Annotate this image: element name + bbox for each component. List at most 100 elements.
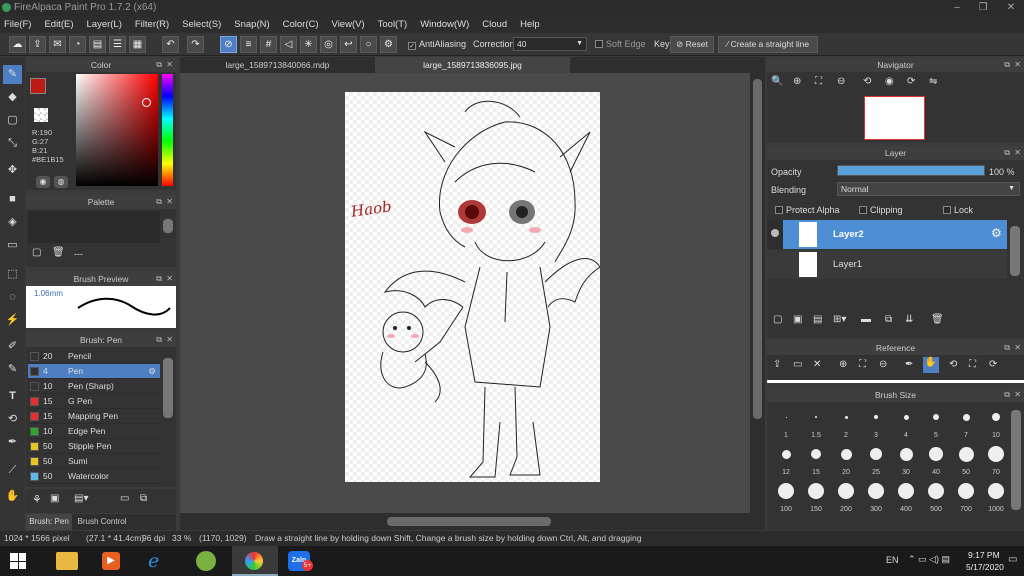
clock-date[interactable]: 5/17/2020 [966, 562, 1004, 572]
rotate-right-icon[interactable]: ⟳ [907, 76, 915, 87]
new-layer-8bit-icon[interactable]: ▣ [793, 314, 802, 325]
antialiasing-toggle[interactable]: ✓ AntiAliasing [408, 39, 466, 50]
lock-toggle[interactable]: Lock [943, 205, 973, 215]
brush-duplicate-icon[interactable]: ⧉ [140, 493, 147, 504]
media-player-icon[interactable]: ▶ [102, 552, 120, 570]
lasso-tool-icon[interactable]: ◌ [3, 288, 22, 307]
rotate-reset-icon[interactable]: ◉ [885, 76, 894, 87]
magic-wand-tool-icon[interactable]: ⚡ [3, 311, 22, 330]
close-panel-icon[interactable]: ✕ [166, 333, 173, 347]
fit-icon[interactable]: ⛶ [815, 76, 822, 87]
brush-size-cell[interactable]: 700 [951, 479, 981, 513]
brush-size-cell[interactable]: 400 [891, 479, 921, 513]
brush-size-cell[interactable]: 5 [921, 405, 951, 439]
select-eraser-tool-icon[interactable]: ✎ [3, 360, 22, 379]
snap-vanish-icon[interactable]: ◁ [280, 36, 297, 53]
brush-size-cell[interactable]: 12 [771, 442, 801, 476]
menu-filter[interactable]: Filter(R) [135, 19, 169, 30]
close-panel-icon[interactable]: ✕ [166, 58, 173, 72]
close-panel-icon[interactable]: ✕ [166, 195, 173, 209]
vertical-scrollbar[interactable] [750, 73, 765, 513]
menu-snap[interactable]: Snap(N) [234, 19, 269, 30]
internet-explorer-icon[interactable]: e [148, 550, 159, 572]
share-icon[interactable]: ⇪ [29, 36, 46, 53]
windows-start-icon[interactable] [10, 553, 26, 569]
brush-item[interactable]: 15 Mapping Pen [28, 409, 160, 424]
tab-brush-pen[interactable]: Brush: Pen [26, 514, 72, 530]
comment-icon[interactable]: ✉ [49, 36, 66, 53]
opacity-slider[interactable] [837, 165, 985, 176]
snap-cross-icon[interactable]: # [260, 36, 277, 53]
layer-scrollbar[interactable] [1010, 226, 1020, 276]
brush-item[interactable]: 10 Edge Pen [28, 424, 160, 439]
brush-menu-icon[interactable]: ▣ [50, 493, 59, 504]
layer-row-layer2[interactable]: Layer2 ⚙ [767, 220, 1007, 249]
clock-time[interactable]: 9:17 PM [968, 550, 1000, 560]
hand-tool-icon[interactable]: ✋ [3, 487, 22, 506]
delete-layer-icon[interactable]: 🗑 [931, 314, 944, 325]
close-panel-icon[interactable]: ✕ [1014, 388, 1021, 402]
snap-radial-icon[interactable]: ✳ [300, 36, 317, 53]
brush-size-cell[interactable]: 70 [981, 442, 1011, 476]
reference-new-icon[interactable]: ⇪ [773, 359, 781, 370]
brush-size-cell[interactable]: 1.5 [801, 405, 831, 439]
layer-settings-gear-icon[interactable]: ⚙ [991, 226, 1002, 240]
straight-line-button[interactable]: ∕ Create a straight line [718, 36, 818, 53]
reference-close-icon[interactable]: ✕ [813, 359, 821, 370]
minimize-button[interactable]: – [944, 0, 970, 16]
new-layer-icon[interactable]: ▢ [773, 314, 782, 325]
brush-item[interactable]: 20 Pencil [28, 349, 160, 364]
brush-size-cell[interactable]: 1 [771, 405, 801, 439]
reference-eyedropper-icon[interactable]: ✒ [905, 359, 913, 370]
snap-ellipse-icon[interactable]: ○ [360, 36, 377, 53]
color-mode-icon[interactable]: ◉ [36, 176, 50, 188]
undock-icon[interactable]: ⧉ [1004, 146, 1010, 160]
visibility-eye-icon[interactable] [771, 229, 779, 237]
select-tool-icon[interactable]: ⬚ [3, 265, 22, 284]
snap-circle-icon[interactable]: ◎ [320, 36, 337, 53]
operation-tool-icon[interactable]: ⟲ [3, 410, 22, 429]
vertical-scroll-thumb[interactable] [753, 79, 762, 419]
brush-tool-icon[interactable]: ✎ [3, 65, 22, 84]
correct-line-tool-icon[interactable]: ⤡ [3, 134, 22, 153]
brush-item[interactable]: 4 Pen ⚙ [28, 364, 160, 379]
brush-size-cell[interactable]: 7 [951, 405, 981, 439]
add-layer-menu-icon[interactable]: ⊞▾ [833, 314, 846, 325]
grid-icon[interactable]: ▦ [129, 36, 146, 53]
hue-slider[interactable] [162, 74, 173, 186]
tab-document-jpg[interactable]: large_1589713836095.jpg [375, 57, 570, 73]
soft-edge-toggle[interactable]: Soft Edge [595, 39, 646, 49]
brush-size-cell[interactable]: 20 [831, 442, 861, 476]
brush-size-cell[interactable]: 2 [831, 405, 861, 439]
list-icon[interactable]: ☰ [109, 36, 126, 53]
zoom-minus-icon[interactable]: ⊖ [837, 76, 845, 87]
close-button[interactable]: ✕ [998, 0, 1024, 16]
cloud-icon[interactable]: ☁ [9, 36, 26, 53]
brush-size-cell[interactable]: 25 [861, 442, 891, 476]
merge-layer-icon[interactable]: ⇊ [905, 314, 913, 325]
menu-window[interactable]: Window(W) [420, 19, 469, 30]
drawing-canvas[interactable]: Haob [345, 92, 600, 482]
brush-size-cell[interactable]: 3 [861, 405, 891, 439]
tray-icons[interactable]: ⌃ ▭ ◁) ▤ [908, 554, 950, 565]
close-panel-icon[interactable]: ✕ [166, 272, 173, 286]
correction-select[interactable]: 40 ▼ [513, 37, 587, 51]
close-panel-icon[interactable]: ✕ [1014, 146, 1021, 160]
fill-shape-tool-icon[interactable]: ■ [3, 190, 22, 209]
bucket-tool-icon[interactable]: ◈ [3, 213, 22, 232]
language-indicator[interactable]: EN [886, 555, 899, 565]
settings-gear-icon[interactable]: ⚙ [380, 36, 397, 53]
eyedropper-tool-icon[interactable]: ✒ [3, 433, 22, 452]
navigator-thumbnail[interactable] [864, 96, 925, 140]
select-pen-tool-icon[interactable]: ✐ [3, 337, 22, 356]
brush-size-cell[interactable]: 30 [891, 442, 921, 476]
reference-zoom-out-icon[interactable]: ⊖ [879, 359, 887, 370]
brush-size-cell[interactable]: 10 [981, 405, 1011, 439]
layer-folder-icon[interactable]: ▬ [861, 314, 871, 325]
redo-icon[interactable]: ↷ [187, 36, 204, 53]
reset-button[interactable]: ⊘ Reset [670, 36, 714, 53]
brush-size-cell[interactable]: 4 [891, 405, 921, 439]
undock-icon[interactable]: ⧉ [156, 333, 162, 347]
undock-icon[interactable]: ⧉ [1004, 388, 1010, 402]
zoom-in-icon[interactable]: ⊕ [793, 76, 801, 87]
